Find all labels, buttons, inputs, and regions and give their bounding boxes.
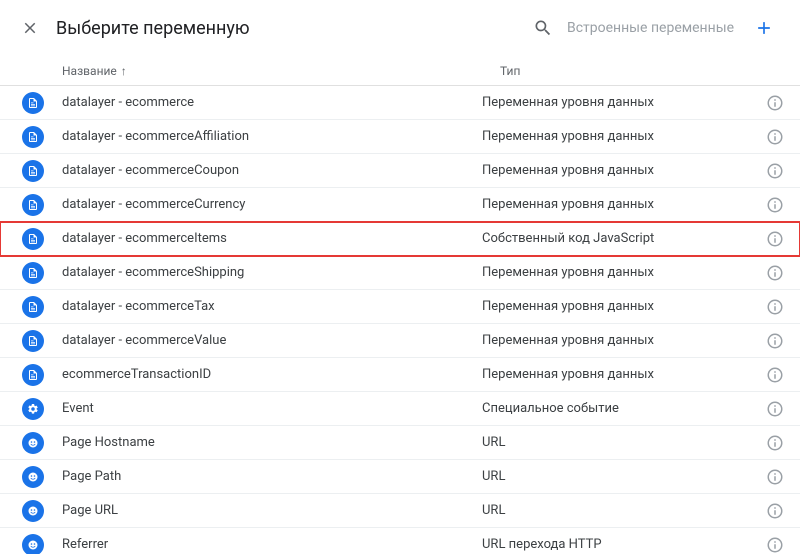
variable-row[interactable]: Page URLURL	[0, 494, 800, 528]
variable-type: Переменная уровня данных	[482, 197, 758, 212]
variable-type: Переменная уровня данных	[482, 367, 758, 382]
variable-row[interactable]: Page PathURL	[0, 460, 800, 494]
document-icon	[22, 262, 44, 284]
info-icon[interactable]	[766, 536, 784, 554]
variable-type: URL	[482, 503, 758, 518]
variable-type: Специальное событие	[482, 401, 758, 416]
variable-type: Собственный код JavaScript	[482, 231, 758, 246]
document-icon	[22, 330, 44, 352]
dialog-header: Выберите переменную Встроенные переменны…	[0, 0, 800, 56]
info-icon[interactable]	[766, 366, 784, 384]
sort-ascending-icon: ↑	[121, 64, 127, 78]
table-header: Название ↑ Тип	[0, 56, 800, 86]
column-header-type-label: Тип	[500, 64, 520, 78]
smiley-icon	[22, 466, 44, 488]
variable-row[interactable]: datalayer - ecommerceAffiliationПеременн…	[0, 120, 800, 154]
column-header-name-label: Название	[62, 64, 117, 78]
variable-type: Переменная уровня данных	[482, 129, 758, 144]
variable-row[interactable]: Page HostnameURL	[0, 426, 800, 460]
variable-type: Переменная уровня данных	[482, 265, 758, 280]
close-button[interactable]	[10, 8, 50, 48]
smiley-icon	[22, 534, 44, 554]
gear-icon	[22, 398, 44, 420]
column-header-type[interactable]: Тип	[500, 64, 784, 78]
info-icon[interactable]	[766, 264, 784, 282]
variable-name: Page Path	[62, 469, 482, 484]
variable-name: datalayer - ecommerceCoupon	[62, 163, 482, 178]
variable-row[interactable]: datalayer - ecommerceCouponПеременная ур…	[0, 154, 800, 188]
variable-type: URL перехода HTTP	[482, 537, 758, 552]
document-icon	[22, 160, 44, 182]
document-icon	[22, 194, 44, 216]
document-icon	[22, 364, 44, 386]
variable-type: Переменная уровня данных	[482, 163, 758, 178]
variable-row[interactable]: datalayer - ecommerceCurrencyПеременная …	[0, 188, 800, 222]
variable-name: datalayer - ecommerceShipping	[62, 265, 482, 280]
info-icon[interactable]	[766, 502, 784, 520]
variable-name: Referrer	[62, 537, 482, 552]
document-icon	[22, 228, 44, 250]
info-icon[interactable]	[766, 434, 784, 452]
smiley-icon	[22, 432, 44, 454]
search-button[interactable]	[523, 8, 563, 48]
add-variable-button[interactable]	[744, 8, 784, 48]
variable-type: URL	[482, 435, 758, 450]
info-icon[interactable]	[766, 162, 784, 180]
variable-name: datalayer - ecommerce	[62, 95, 482, 110]
info-icon[interactable]	[766, 128, 784, 146]
variable-name: Page URL	[62, 503, 482, 518]
variable-list: datalayer - ecommerceПеременная уровня д…	[0, 86, 800, 554]
variable-type: Переменная уровня данных	[482, 333, 758, 348]
info-icon[interactable]	[766, 196, 784, 214]
variable-type: Переменная уровня данных	[482, 299, 758, 314]
variable-type: URL	[482, 469, 758, 484]
info-icon[interactable]	[766, 468, 784, 486]
search-icon	[533, 18, 553, 38]
document-icon	[22, 92, 44, 114]
builtin-variables-hint: Встроенные переменные	[567, 20, 734, 36]
variable-name: datalayer - ecommerceItems	[62, 231, 482, 246]
variable-row[interactable]: datalayer - ecommerceTaxПеременная уровн…	[0, 290, 800, 324]
info-icon[interactable]	[766, 332, 784, 350]
variable-type: Переменная уровня данных	[482, 95, 758, 110]
document-icon	[22, 126, 44, 148]
variable-name: ecommerceTransactionID	[62, 367, 482, 382]
close-icon	[21, 19, 39, 37]
document-icon	[22, 296, 44, 318]
dialog-title: Выберите переменную	[56, 18, 250, 39]
variable-row[interactable]: datalayer - ecommerceПеременная уровня д…	[0, 86, 800, 120]
info-icon[interactable]	[766, 230, 784, 248]
info-icon[interactable]	[766, 298, 784, 316]
info-icon[interactable]	[766, 400, 784, 418]
variable-name: datalayer - ecommerceCurrency	[62, 197, 482, 212]
info-icon[interactable]	[766, 94, 784, 112]
variable-row[interactable]: ecommerceTransactionIDПеременная уровня …	[0, 358, 800, 392]
variable-name: Event	[62, 401, 482, 416]
variable-name: datalayer - ecommerceValue	[62, 333, 482, 348]
plus-icon	[754, 18, 774, 38]
variable-row[interactable]: ReferrerURL перехода HTTP	[0, 528, 800, 554]
variable-row[interactable]: datalayer - ecommerceItemsСобственный ко…	[0, 222, 800, 256]
variable-row[interactable]: datalayer - ecommerceValueПеременная уро…	[0, 324, 800, 358]
variable-name: Page Hostname	[62, 435, 482, 450]
variable-row[interactable]: EventСпециальное событие	[0, 392, 800, 426]
smiley-icon	[22, 500, 44, 522]
variable-name: datalayer - ecommerceAffiliation	[62, 129, 482, 144]
variable-row[interactable]: datalayer - ecommerceShippingПеременная …	[0, 256, 800, 290]
column-header-name[interactable]: Название ↑	[62, 64, 500, 78]
variable-name: datalayer - ecommerceTax	[62, 299, 482, 314]
